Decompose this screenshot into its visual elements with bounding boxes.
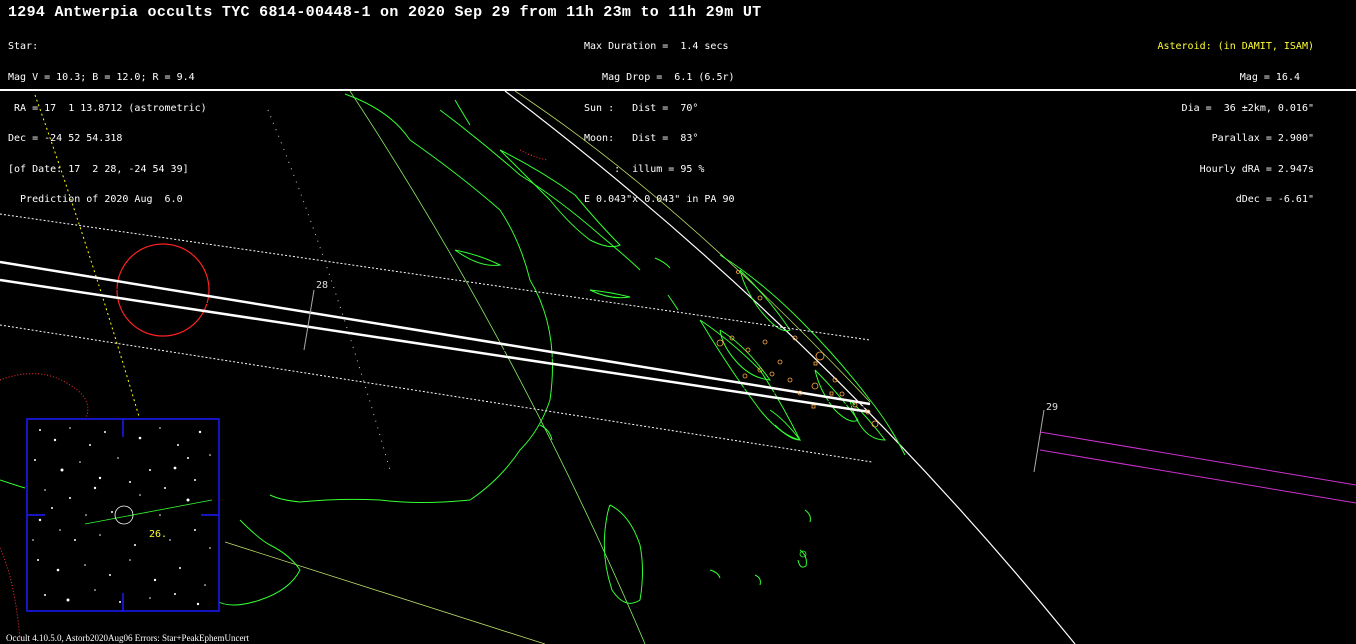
uncertainty-circle	[116, 243, 210, 337]
asteroid-header: Asteroid: (in DAMIT, ISAM)	[1157, 41, 1314, 53]
red-coast	[0, 547, 21, 641]
parallel-line	[224, 541, 546, 644]
header: 1294 Antwerpia occults TYC 6814-00448-1 …	[0, 0, 1356, 205]
meridian-line	[349, 91, 646, 644]
ecliptic-line	[1039, 431, 1356, 486]
star-line: Star:	[8, 41, 39, 53]
red-coast	[0, 373, 89, 421]
red-coast	[519, 149, 549, 161]
terminator-line	[34, 94, 141, 421]
event-line: Max Duration = 1.4 secs	[584, 41, 729, 53]
path-center	[0, 270, 871, 409]
time-label-29: 29	[1046, 402, 1058, 413]
finder-chart: 26.	[26, 418, 220, 612]
occultation-map: 28 29 26.	[0, 91, 1356, 644]
dotted-meridian	[267, 109, 391, 471]
ecliptic-line	[1039, 449, 1356, 504]
footer-note: Occult 4.10.5.0, Astorb2020Aug06 Errors:…	[6, 633, 250, 643]
sigma-line-north	[0, 213, 871, 341]
map-title: 1294 Antwerpia occults TYC 6814-00448-1 …	[8, 4, 762, 21]
finder-label: 26.	[149, 529, 167, 540]
star-line: Mag V = 10.3; B = 12.0; R = 9.4	[8, 72, 195, 83]
earth-limb	[504, 91, 1076, 644]
event-line: Mag Drop = 6.1 (6.5r)	[584, 72, 735, 83]
asteroid-line: Mag = 16.4	[1239, 72, 1300, 83]
path-line-north	[0, 260, 871, 406]
time-label-28: 28	[316, 280, 328, 291]
time-tick-29	[1033, 409, 1045, 473]
